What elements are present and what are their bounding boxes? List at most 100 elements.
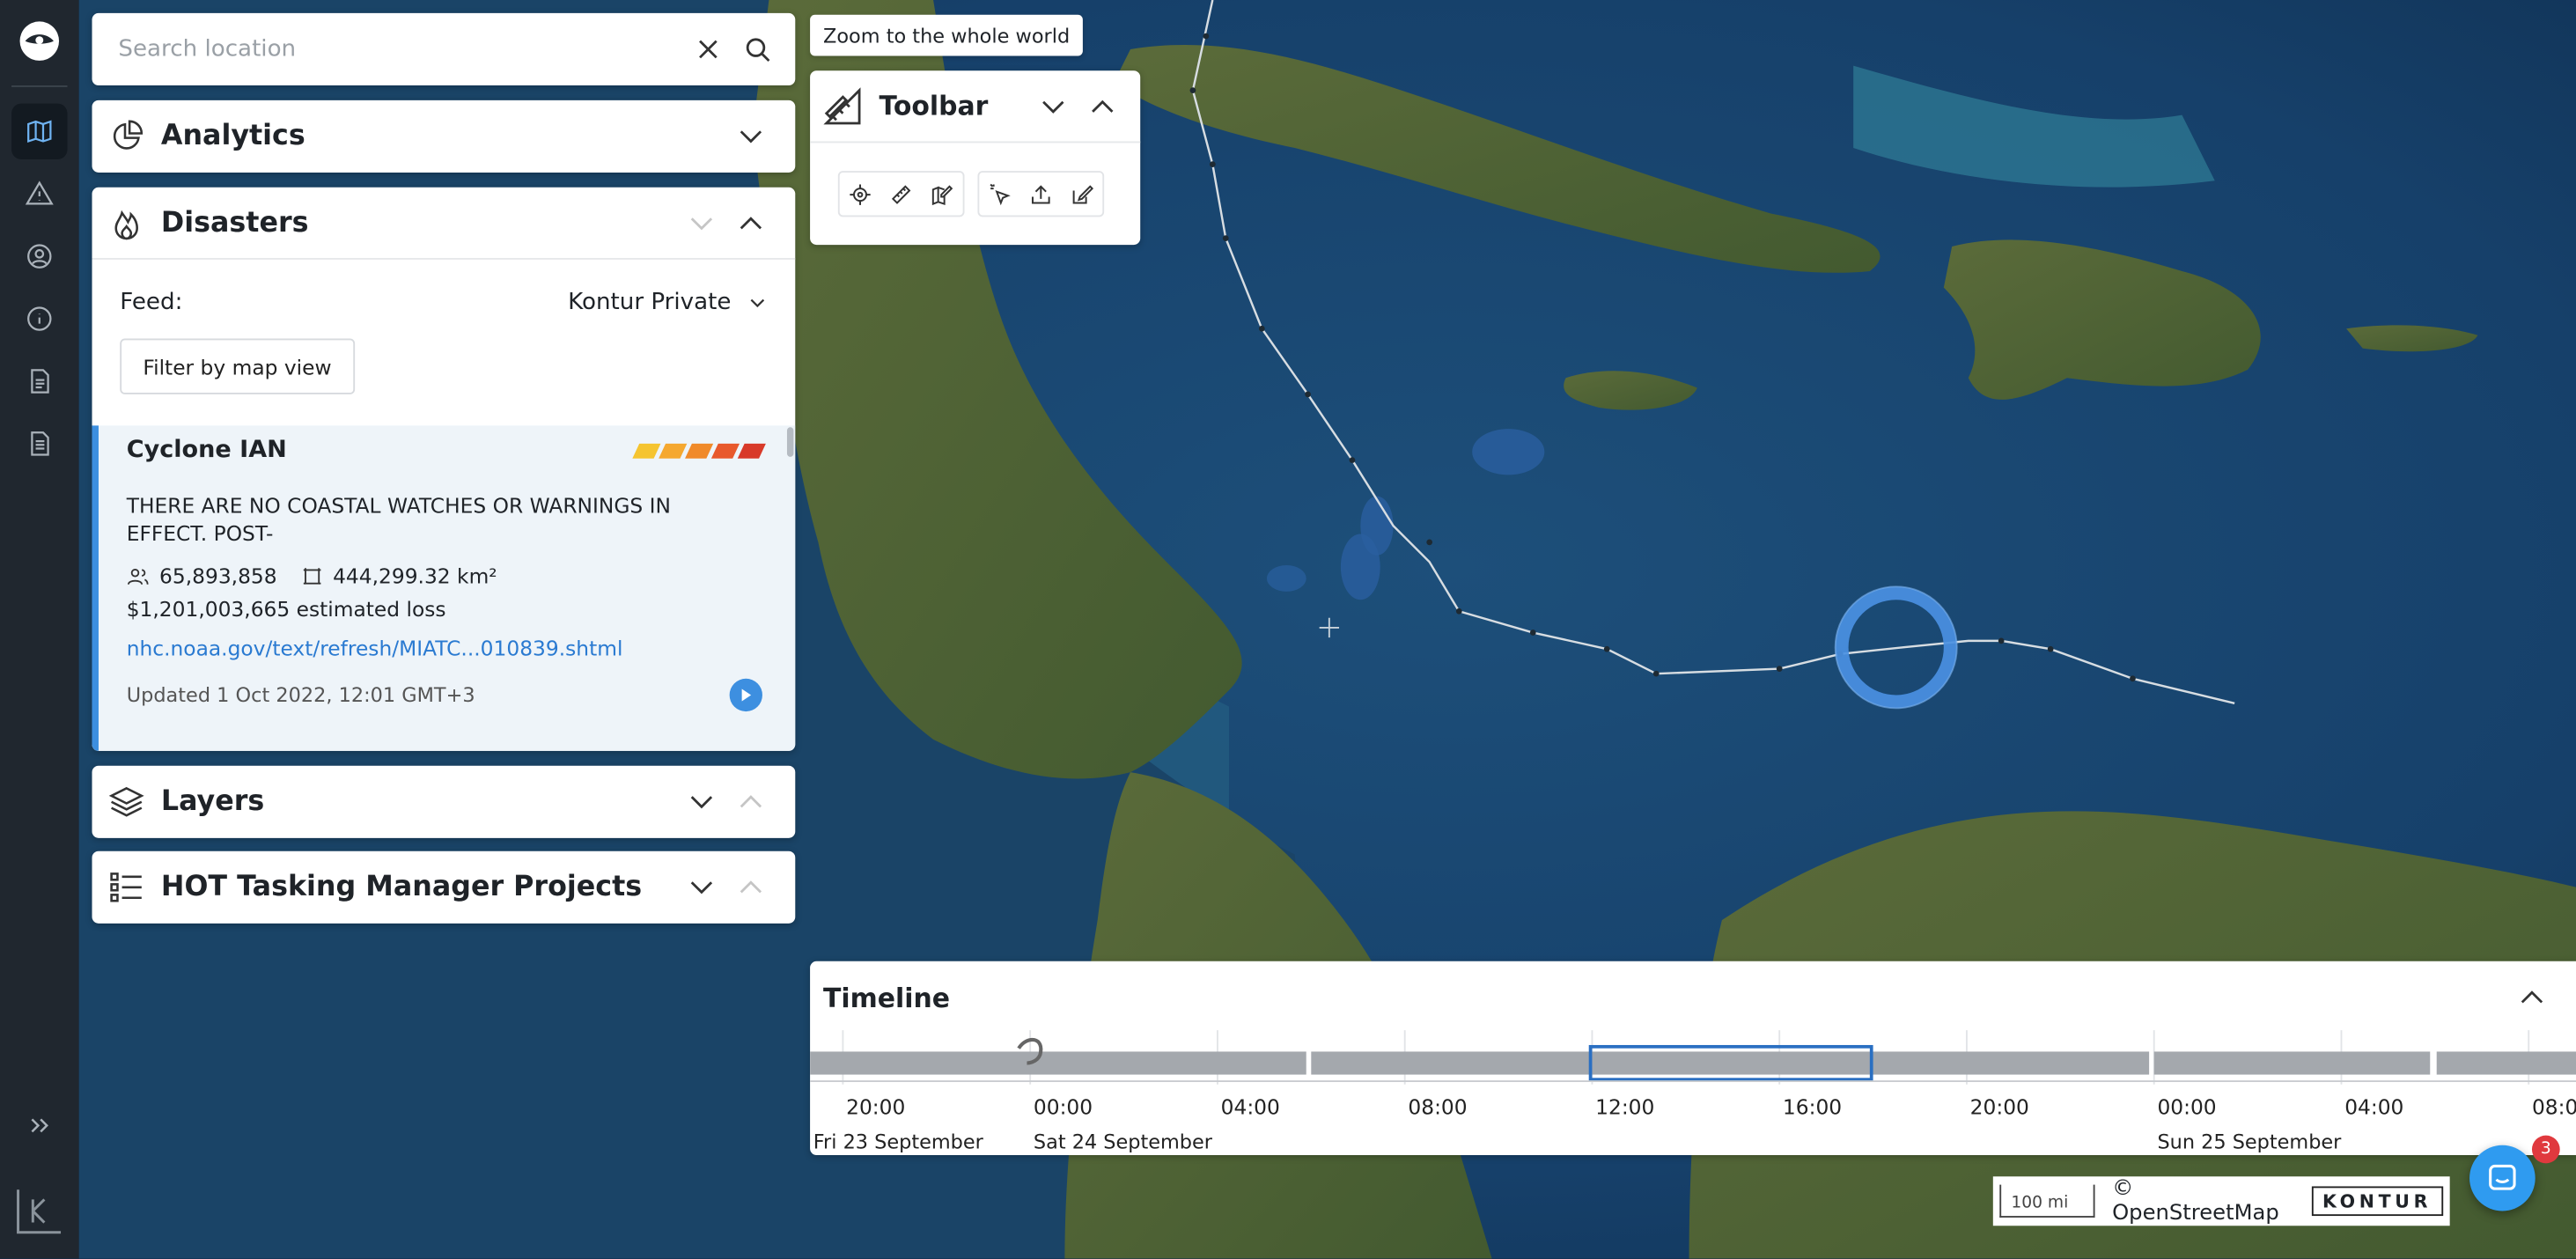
tool-group-edit [977,171,1105,217]
play-icon [741,688,752,702]
filter-by-map-view-button[interactable]: Filter by map view [120,338,355,394]
disasters-title: Disasters [160,206,309,239]
checklist-icon [110,872,142,902]
rail-docs-button[interactable] [11,353,67,409]
chevron-down-icon[interactable] [747,292,767,312]
search-button[interactable] [732,25,782,74]
reef-bank [1340,534,1380,600]
draw-tool-button[interactable] [1062,173,1103,216]
pie-chart-icon [113,120,144,150]
feed-select[interactable]: Kontur Private [568,289,731,315]
analytics-panel: Analytics [92,99,796,173]
area-icon [303,567,320,584]
chat-button[interactable] [2469,1145,2536,1211]
rail-divider [11,85,68,87]
search-icon [746,38,770,63]
timeline-tick: 20:00 [846,1095,905,1119]
timeline-tick: 00:00 [1034,1095,1093,1119]
event-updated-time: Updated 1 Oct 2022, 12:01 GMT+3 [126,683,475,707]
disasters-expand-button[interactable] [677,198,726,247]
disasters-scrollbar[interactable] [786,427,794,457]
rail-reports-button[interactable] [11,416,67,471]
upload-tool-button[interactable] [1020,173,1062,216]
app-logo[interactable] [11,13,67,69]
analytics-header[interactable]: Analytics [92,100,796,173]
fire-icon [114,209,138,239]
event-play-button[interactable] [729,678,762,712]
layers-panel: Layers [92,765,796,838]
hot-projects-collapse-button[interactable] [726,863,776,912]
double-chevron-right-icon [31,1118,48,1133]
disasters-header[interactable]: Disasters [92,188,796,260]
timeline-track[interactable]: 20:00 00:00 04:00 08:00 12:00 16:00 20:0… [810,1027,2576,1155]
timeline-tick: 04:00 [1221,1095,1280,1119]
hot-projects-title: HOT Tasking Manager Projects [160,871,643,904]
layers-header[interactable]: Layers [92,766,796,838]
kontur-logo[interactable]: KONTUR [2310,1186,2444,1217]
left-nav-rail [0,0,79,1259]
chevron-up-icon [740,880,762,894]
event-title-row: Cyclone IAN [126,436,766,466]
timeline-header[interactable]: Timeline [810,961,2576,1034]
select-tool-button[interactable] [979,173,1020,216]
clear-search-button[interactable] [683,25,732,74]
hot-projects-expand-button[interactable] [677,863,726,912]
upload-icon [1031,184,1050,203]
timeline-bars [810,1051,2576,1075]
timeline-day-label: Fri 23 September [813,1131,984,1154]
chevron-down-icon [690,796,713,809]
rail-expand-button[interactable] [11,1098,67,1153]
layers-icon [108,786,144,817]
hot-projects-header[interactable]: HOT Tasking Manager Projects [92,851,796,924]
hot-projects-panel: HOT Tasking Manager Projects [92,850,796,924]
disasters-collapse-button[interactable] [726,198,776,247]
rail-about-button[interactable] [11,291,67,346]
toolbar-title: Toolbar [879,90,989,122]
timeline-collapse-button[interactable] [2507,973,2557,1022]
analytics-expand-button[interactable] [726,112,776,161]
toolbar-panel: Toolbar [810,70,1141,246]
rail-profile-button[interactable] [11,228,67,283]
analytics-title: Analytics [160,120,305,153]
toolbar-header[interactable]: Toolbar [810,70,1141,144]
event-source-link[interactable]: nhc.noaa.gov/text/refresh/MIATC...010839… [127,636,762,660]
ruler-tool-button[interactable] [880,173,922,216]
chevron-down-icon [740,130,762,144]
timeline-day-label: Sat 24 September [1034,1131,1213,1154]
map-attribution: 100 mi © OpenStreetMap KONTUR [1992,1176,2450,1226]
reef-bank [1266,565,1306,592]
severity-segment [737,442,766,458]
severity-segment [632,442,661,458]
edit-map-tool-button[interactable] [922,173,963,216]
event-updated-row: Updated 1 Oct 2022, 12:01 GMT+3 [126,678,762,712]
chevron-up-icon [740,795,762,808]
timeline-title: Timeline [823,982,950,1013]
rail-events-button[interactable] [11,166,67,221]
chat-notification-badge: 3 [2531,1135,2560,1164]
rail-map-button[interactable] [11,103,68,160]
severity-segment [710,442,740,458]
toolbar-expand-button[interactable] [1028,81,1078,130]
timeline-tick: 16:00 [1783,1095,1842,1119]
timeline-tick: 20:00 [1970,1095,2029,1119]
feed-selector-row: Feed: Kontur Private [92,269,796,335]
osm-attribution-link[interactable]: © OpenStreetMap [2112,1176,2294,1226]
locate-tool-button[interactable] [840,173,881,216]
layers-expand-button[interactable] [677,777,726,827]
toolbar-collapse-button[interactable] [1078,81,1127,130]
search-input[interactable] [118,36,684,63]
edit-map-icon [931,184,953,205]
ruler-pencil-icon [823,86,861,124]
severity-segment [659,442,688,458]
event-stats: 65,893,858 444,299.32 km² [127,563,762,588]
kontur-eye-logo-icon [19,21,60,61]
event-card-cyclone-ian[interactable]: Cyclone IAN THERE ARE NO COASTAL WATCHES… [92,425,796,751]
timeline-tick: 08:0 [2532,1095,2576,1119]
layers-title: Layers [160,785,265,819]
event-name: Cyclone IAN [126,437,287,464]
rail-kontur-k-button[interactable] [11,1183,67,1239]
timeline-tick: 00:00 [2157,1095,2216,1119]
layers-collapse-button[interactable] [726,777,776,827]
zoom-to-world-tooltip[interactable]: Zoom to the whole world [810,14,1084,56]
tool-group-measure [837,171,965,217]
